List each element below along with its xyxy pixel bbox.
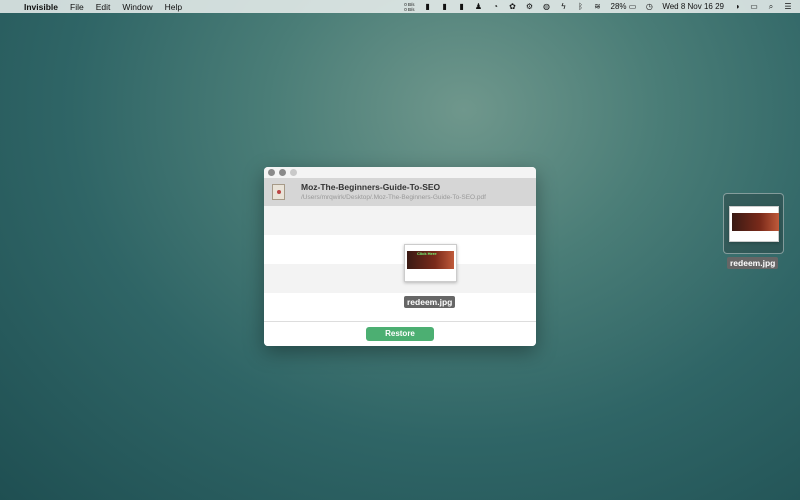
user-icon[interactable]: ♟ bbox=[475, 2, 483, 11]
zoom-button[interactable] bbox=[290, 169, 297, 176]
airplay-icon[interactable]: ▭ bbox=[750, 2, 758, 11]
disk-meter-icon[interactable]: ▮ bbox=[458, 2, 466, 11]
desktop-file-label[interactable]: redeem.jpg bbox=[727, 257, 779, 269]
preview-thumbnail: Click Here bbox=[404, 244, 457, 282]
notification-center-icon[interactable]: ☰ bbox=[784, 2, 792, 11]
net-up: 0 B/s bbox=[404, 1, 415, 7]
pdf-file-icon bbox=[272, 184, 285, 200]
file-path: /Users/mrqwirk/Desktop/.Moz-The-Beginner… bbox=[301, 194, 486, 201]
menu-bar: Invisible File Edit Window Help 0 B/s 0 B… bbox=[0, 0, 800, 13]
memory-meter-icon[interactable]: ▮ bbox=[441, 2, 449, 11]
vpn-icon[interactable]: ◍ bbox=[543, 2, 551, 11]
title-bar[interactable] bbox=[264, 167, 536, 178]
sync-icon[interactable]: ✿ bbox=[509, 2, 517, 11]
flash-icon[interactable]: ϟ bbox=[560, 2, 568, 11]
wifi-icon[interactable]: ≋ bbox=[594, 2, 602, 11]
net-down: 0 B/s bbox=[404, 6, 415, 12]
file-list-item-selected[interactable]: Moz-The-Beginners-Guide-To-SEO /Users/mr… bbox=[264, 178, 536, 206]
battery-icon: ▭ bbox=[628, 2, 637, 11]
search-icon[interactable]: ⌕ bbox=[767, 2, 775, 11]
minimize-button[interactable] bbox=[279, 169, 286, 176]
close-button[interactable] bbox=[268, 169, 275, 176]
menu-help[interactable]: Help bbox=[159, 2, 188, 12]
footer: Restore bbox=[264, 321, 536, 346]
desktop-file-icon[interactable] bbox=[723, 193, 784, 254]
bluetooth-icon[interactable]: ᛒ bbox=[577, 2, 585, 11]
file-list: Click Here redeem.jpg bbox=[264, 206, 536, 321]
battery-status[interactable]: 28% ▭ bbox=[611, 2, 637, 11]
menu-window[interactable]: Window bbox=[116, 2, 158, 12]
desktop-thumbnail bbox=[729, 206, 779, 242]
menu-edit[interactable]: Edit bbox=[90, 2, 117, 12]
cast-icon[interactable]: ◔ bbox=[492, 2, 500, 11]
restore-button[interactable]: Restore bbox=[366, 327, 434, 341]
cpu-meter-icon[interactable]: ▮ bbox=[424, 2, 432, 11]
thumbnail-caption: Click Here bbox=[417, 251, 437, 256]
night-shift-icon[interactable]: ◑ bbox=[733, 2, 741, 11]
preview-filename: redeem.jpg bbox=[404, 296, 456, 308]
menu-file[interactable]: File bbox=[64, 2, 90, 12]
time-machine-icon[interactable]: ◷ bbox=[645, 2, 653, 11]
file-name: Moz-The-Beginners-Guide-To-SEO bbox=[301, 182, 441, 192]
clock[interactable]: Wed 8 Nov 16 29 bbox=[662, 2, 724, 11]
menu-app[interactable]: Invisible bbox=[18, 2, 64, 12]
battery-percent: 28% bbox=[610, 2, 627, 11]
invisible-window: Moz-The-Beginners-Guide-To-SEO /Users/mr… bbox=[264, 167, 536, 346]
gear-icon[interactable]: ⚙ bbox=[526, 2, 534, 11]
network-monitor[interactable]: 0 B/s 0 B/s bbox=[404, 2, 414, 12]
